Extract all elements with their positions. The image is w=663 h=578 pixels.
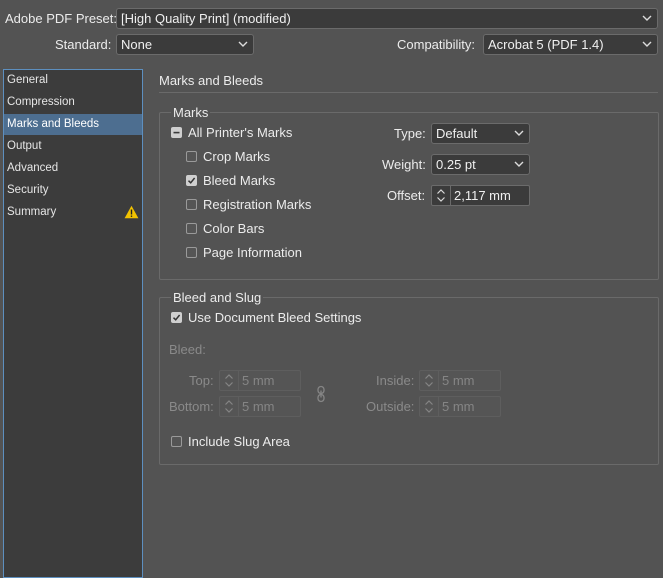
standard-dropdown[interactable]: None — [116, 34, 254, 55]
bleed-inside-value: 5 mm — [442, 373, 475, 388]
bleed-bottom-value: 5 mm — [242, 399, 275, 414]
sidebar-item-label: Summary — [7, 206, 57, 218]
weight-value: 0.25 pt — [436, 157, 476, 172]
bleed-outside-stepper[interactable] — [420, 397, 439, 416]
registration-marks-label: Registration Marks — [203, 197, 312, 212]
compatibility-label: Compatibility: — [397, 37, 476, 52]
stepper-arrows-icon — [225, 400, 233, 413]
registration-marks-checkbox[interactable] — [186, 199, 197, 210]
outside-label: Outside: — [366, 399, 415, 414]
category-list[interactable]: General Compression Marks and Bleeds Out… — [3, 69, 143, 578]
page-information-checkbox[interactable] — [186, 247, 197, 258]
sidebar-item-label: Security — [7, 184, 49, 196]
bleed-inside-field[interactable]: 5 mm — [419, 370, 501, 391]
offset-label: Offset: — [387, 188, 426, 203]
sidebar-item-summary[interactable]: Summary — [4, 202, 142, 223]
standard-label: Standard: — [55, 37, 112, 52]
crop-marks-label: Crop Marks — [203, 149, 271, 164]
warning-icon — [124, 205, 139, 219]
color-bars-checkbox[interactable] — [186, 223, 197, 234]
inside-label: Inside: — [376, 373, 415, 388]
use-document-bleed-label: Use Document Bleed Settings — [188, 310, 362, 325]
stepper-arrows-icon — [425, 374, 433, 387]
offset-value: 2,117 mm — [454, 188, 511, 203]
chevron-down-icon — [642, 41, 652, 47]
bottom-label: Bottom: — [169, 399, 214, 414]
bleed-marks-checkbox[interactable] — [186, 175, 197, 186]
sidebar-item-marks-and-bleeds[interactable]: Marks and Bleeds — [4, 114, 142, 135]
offset-stepper[interactable] — [432, 186, 451, 205]
crop-marks-checkbox[interactable] — [186, 151, 197, 162]
bleed-marks-label: Bleed Marks — [203, 173, 276, 188]
panel-title: Marks and Bleeds — [159, 73, 264, 88]
bleed-label: Bleed: — [169, 342, 206, 357]
stepper-arrows-icon — [437, 189, 445, 202]
stepper-arrows-icon — [225, 374, 233, 387]
sidebar-item-label: General — [7, 74, 48, 86]
bleed-outside-value: 5 mm — [442, 399, 475, 414]
compatibility-value: Acrobat 5 (PDF 1.4) — [488, 37, 604, 52]
chevron-down-icon — [514, 130, 524, 136]
offset-field[interactable]: 2,117 mm — [431, 185, 530, 206]
sidebar-item-security[interactable]: Security — [4, 180, 142, 201]
color-bars-label: Color Bars — [203, 221, 265, 236]
preset-dropdown[interactable]: [High Quality Print] (modified) — [116, 8, 658, 29]
minus-icon — [173, 131, 180, 134]
bleed-bottom-field[interactable]: 5 mm — [219, 396, 301, 417]
chevron-down-icon — [238, 41, 248, 47]
chevron-down-icon — [514, 161, 524, 167]
sidebar-item-label: Output — [7, 140, 42, 152]
sidebar-item-general[interactable]: General — [4, 70, 142, 91]
bleed-bottom-stepper[interactable] — [220, 397, 239, 416]
all-printers-marks-checkbox[interactable] — [171, 127, 182, 138]
checkmark-icon — [187, 177, 196, 184]
weight-label: Weight: — [382, 157, 426, 172]
sidebar-item-label: Marks and Bleeds — [7, 118, 100, 130]
marks-legend: Marks — [171, 105, 211, 120]
title-divider — [159, 92, 658, 93]
sidebar-item-output[interactable]: Output — [4, 136, 142, 157]
stepper-arrows-icon — [425, 400, 433, 413]
preset-label: Adobe PDF Preset: — [5, 11, 117, 26]
type-value: Default — [436, 126, 478, 141]
all-printers-marks-label: All Printer's Marks — [188, 125, 293, 140]
bleed-inside-stepper[interactable] — [420, 371, 439, 390]
sidebar-item-compression[interactable]: Compression — [4, 92, 142, 113]
include-slug-area-checkbox[interactable] — [171, 436, 182, 447]
checkmark-icon — [172, 314, 181, 321]
sidebar-item-label: Compression — [7, 96, 75, 108]
page-information-label: Page Information — [203, 245, 303, 260]
type-dropdown[interactable]: Default — [431, 123, 530, 144]
preset-value: [High Quality Print] (modified) — [121, 11, 291, 26]
top-label: Top: — [189, 373, 214, 388]
standard-value: None — [121, 37, 153, 52]
link-chain-icon[interactable] — [315, 385, 327, 403]
sidebar-item-advanced[interactable]: Advanced — [4, 158, 142, 179]
bleed-top-stepper[interactable] — [220, 371, 239, 390]
compatibility-dropdown[interactable]: Acrobat 5 (PDF 1.4) — [483, 34, 658, 55]
bleed-outside-field[interactable]: 5 mm — [419, 396, 501, 417]
type-label: Type: — [394, 126, 426, 141]
include-slug-area-label: Include Slug Area — [188, 434, 290, 449]
sidebar-item-label: Advanced — [7, 162, 59, 174]
bleed-top-field[interactable]: 5 mm — [219, 370, 301, 391]
bleed-top-value: 5 mm — [242, 373, 275, 388]
use-document-bleed-checkbox[interactable] — [171, 312, 182, 323]
bleed-slug-legend: Bleed and Slug — [171, 290, 264, 305]
weight-dropdown[interactable]: 0.25 pt — [431, 154, 530, 175]
chevron-down-icon — [642, 15, 652, 21]
